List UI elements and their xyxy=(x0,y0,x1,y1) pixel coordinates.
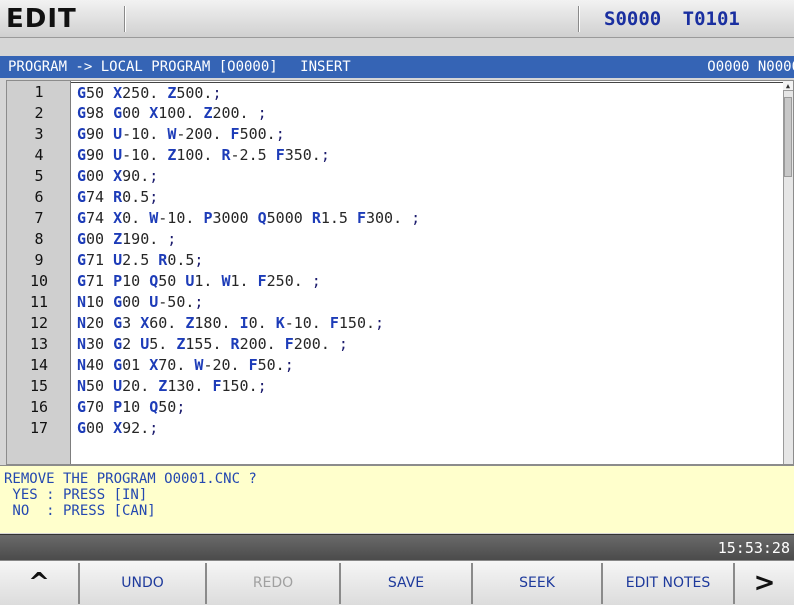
clock: 15:53:28 xyxy=(717,539,790,557)
code-line[interactable]: G00 X90.; xyxy=(71,166,783,187)
save-button[interactable]: SAVE xyxy=(341,563,473,604)
code-line[interactable]: N20 G3 X60. Z180. I0. K-10. F150.; xyxy=(71,313,783,334)
line-number: 13 xyxy=(29,335,49,353)
status-bar: 15:53:28 xyxy=(0,534,794,560)
code-line[interactable]: G50 X250. Z500.; xyxy=(71,82,783,103)
line-number: 14 xyxy=(29,356,49,374)
line-number: 16 xyxy=(29,398,49,416)
mode-indicator: EDIT xyxy=(6,4,77,34)
code-line-text: G74 X0. W-10. P3000 Q5000 R1.5 F300. ; xyxy=(77,209,421,227)
code-line[interactable]: G00 Z190. ; xyxy=(71,229,783,250)
code-area[interactable]: G50 X250. Z500.; G98 G00 X100. Z200. ; G90… xyxy=(71,81,783,464)
message-question: REMOVE THE PROGRAM O0001.CNC ? xyxy=(4,471,257,487)
code-line-text: G90 U-10. Z100. R-2.5 F350.; xyxy=(77,146,330,164)
code-line-text: G00 X90.; xyxy=(77,167,159,185)
code-line-text: G71 P10 Q50 U1. W1. F250. ; xyxy=(77,272,321,290)
program-number: O0000 N0000 xyxy=(707,59,794,75)
line-number: 4 xyxy=(34,146,44,164)
code-line[interactable]: G71 P10 Q50 U1. W1. F250. ; xyxy=(71,271,783,292)
softkey-bar: ^ UNDO REDO SAVE SEEK EDIT NOTES > xyxy=(0,560,794,605)
code-line[interactable]: N30 G2 U5. Z155. R200. F200. ; xyxy=(71,334,783,355)
code-line-text: N20 G3 X60. Z180. I0. K-10. F150.; xyxy=(77,314,385,332)
code-line[interactable]: G90 U-10. Z100. R-2.5 F350.; xyxy=(71,145,783,166)
redo-button[interactable]: REDO xyxy=(207,563,341,604)
edit-notes-button[interactable]: EDIT NOTES xyxy=(603,563,735,604)
code-line-text: N30 G2 U5. Z155. R200. F200. ; xyxy=(77,335,348,353)
line-number: 9 xyxy=(34,251,44,269)
code-line[interactable]: G70 P10 Q50; xyxy=(71,397,783,418)
seek-button[interactable]: SEEK xyxy=(473,563,603,604)
code-line[interactable]: G90 U-10. W-200. F500.; xyxy=(71,124,783,145)
code-line[interactable]: G74 X0. W-10. P3000 Q5000 R1.5 F300. ; xyxy=(71,208,783,229)
code-line[interactable]: G98 G00 X100. Z200. ; xyxy=(71,103,783,124)
line-number: 10 xyxy=(29,272,49,290)
code-line-text: G71 U2.5 R0.5; xyxy=(77,251,204,269)
code-line-text: G98 G00 X100. Z200. ; xyxy=(77,104,267,122)
code-line-text: N40 G01 X70. W-20. F50.; xyxy=(77,356,294,374)
undo-button[interactable]: UNDO xyxy=(80,563,207,604)
softkey-next-button[interactable]: > xyxy=(735,563,794,604)
code-line[interactable]: N10 G00 U-50.; xyxy=(71,292,783,313)
line-number: 6 xyxy=(34,188,44,206)
code-line-text: G50 X250. Z500.; xyxy=(77,84,222,102)
scroll-up-icon[interactable]: ▲ xyxy=(783,81,793,91)
line-number: 8 xyxy=(34,230,44,248)
line-number-gutter: 1 2 3 4 5 6 7 8 9 10 11 12 13 14 15 16 17 xyxy=(7,81,71,464)
code-line-text: N50 U20. Z130. F150.; xyxy=(77,377,267,395)
line-number: 3 xyxy=(34,125,44,143)
code-line[interactable]: G74 R0.5; xyxy=(71,187,783,208)
code-line[interactable]: G71 U2.5 R0.5; xyxy=(71,250,783,271)
line-number: 11 xyxy=(29,293,49,311)
message-yes-hint: YES : PRESS [IN] xyxy=(4,487,148,503)
softkey-prev-button[interactable]: ^ xyxy=(0,563,80,604)
code-line-text: G70 P10 Q50; xyxy=(77,398,186,416)
edit-mode-label: INSERT xyxy=(300,59,351,75)
line-number: 12 xyxy=(29,314,49,332)
confirm-message-panel: REMOVE THE PROGRAM O0001.CNC ? YES : PRE… xyxy=(0,465,794,533)
line-number: 2 xyxy=(34,104,44,122)
top-bar: EDIT S0000 T0101 xyxy=(0,0,794,38)
vertical-scrollbar[interactable]: ▲ xyxy=(783,81,793,464)
tool-value: T0101 xyxy=(682,8,740,30)
line-number: 15 xyxy=(29,377,49,395)
code-line-text: G74 R0.5; xyxy=(77,188,159,206)
code-line-text: G00 Z190. ; xyxy=(77,230,177,248)
chevron-right-icon: > xyxy=(753,568,776,598)
code-line-text: G00 X92.; xyxy=(77,419,159,437)
line-number: 5 xyxy=(34,167,44,185)
line-number: 17 xyxy=(29,419,49,437)
code-line-text: N10 G00 U-50.; xyxy=(77,293,204,311)
line-number: 7 xyxy=(34,209,44,227)
line-number: 1 xyxy=(34,83,44,101)
spindle-tool-readout: S0000 T0101 xyxy=(604,6,784,32)
program-path: PROGRAM -> LOCAL PROGRAM [O0000] xyxy=(8,59,278,75)
code-line[interactable]: N40 G01 X70. W-20. F50.; xyxy=(71,355,783,376)
program-header: PROGRAM -> LOCAL PROGRAM [O0000] INSERT … xyxy=(0,56,794,78)
code-line-text: G90 U-10. W-200. F500.; xyxy=(77,125,285,143)
scroll-thumb[interactable] xyxy=(784,97,792,177)
code-line[interactable]: N50 U20. Z130. F150.; xyxy=(71,376,783,397)
chevron-up-icon: ^ xyxy=(28,568,50,598)
status-separator xyxy=(578,6,580,32)
message-no-hint: NO : PRESS [CAN] xyxy=(4,503,156,519)
mode-separator xyxy=(124,6,126,32)
program-editor[interactable]: 1 2 3 4 5 6 7 8 9 10 11 12 13 14 15 16 17 G50 X250. Z500… xyxy=(6,80,794,465)
spindle-value: S0000 xyxy=(604,8,662,30)
code-line[interactable]: G00 X92.; xyxy=(71,418,783,439)
